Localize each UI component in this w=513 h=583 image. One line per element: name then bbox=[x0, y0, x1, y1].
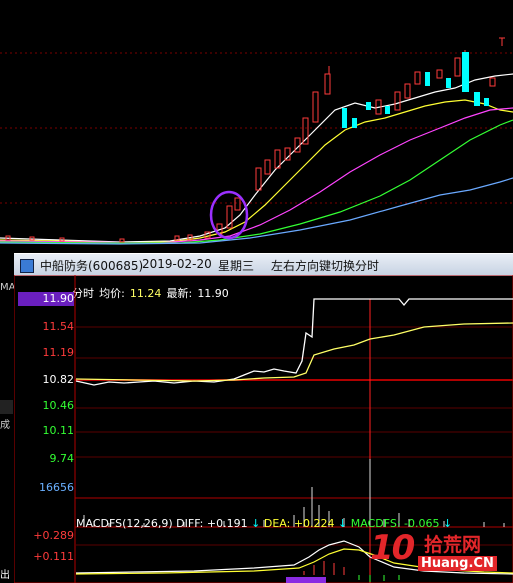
title-date: 2019-02-20 bbox=[142, 257, 212, 271]
macd-name: MACDFS(12,26,9) bbox=[76, 517, 173, 530]
watermark-number: 10 bbox=[370, 528, 415, 568]
dea-label: DEA: bbox=[263, 517, 291, 530]
macd-axis-label: +0.111 bbox=[33, 550, 74, 563]
bg-fragment-chu: 出 bbox=[0, 570, 10, 581]
price-gridlines bbox=[75, 326, 513, 458]
price-label-top: 11.90 bbox=[18, 292, 74, 306]
watermark-text-en: Huang.CN bbox=[418, 556, 497, 571]
bg-fragment-cheng: 成 bbox=[0, 420, 10, 431]
macd-axis-label: +0.289 bbox=[33, 529, 74, 542]
volume-label: 16656 bbox=[39, 481, 74, 494]
macd-marker-bar bbox=[286, 577, 326, 583]
dea-value: +0.224 bbox=[293, 517, 335, 530]
price-label: 10.11 bbox=[42, 424, 75, 437]
price-label: 9.74 bbox=[49, 452, 75, 465]
diff-label: DIFF: bbox=[176, 517, 204, 530]
down-arrow-icon: ↓ bbox=[338, 517, 348, 530]
title-stock: 中船防务(600685) bbox=[40, 259, 144, 273]
highlight-circle bbox=[209, 190, 249, 240]
candles-down bbox=[342, 52, 489, 128]
title-weekday: 星期三 bbox=[218, 259, 255, 273]
watermark-text-cn: 拾荒网 bbox=[424, 534, 482, 556]
diff-value: +0.191 bbox=[206, 517, 248, 530]
price-line bbox=[75, 298, 513, 386]
price-label: 10.46 bbox=[42, 399, 75, 412]
title-hint: 左右方向键切换分时 bbox=[271, 259, 380, 273]
price-label: 11.19 bbox=[42, 346, 75, 359]
ma-line-white bbox=[0, 73, 513, 243]
price-label-prev-close: 10.82 bbox=[42, 373, 75, 386]
candles-up bbox=[5, 37, 505, 243]
price-label: 11.54 bbox=[42, 320, 75, 333]
down-arrow-icon: ↓ bbox=[251, 517, 261, 530]
popup-titlebar[interactable]: 中船防务(600685) 2019-02-20 星期三 左右方向键切换分时 bbox=[14, 253, 513, 276]
app-icon bbox=[20, 259, 34, 273]
watermark-logo: 10 拾荒网 Huang.CN bbox=[370, 528, 510, 578]
